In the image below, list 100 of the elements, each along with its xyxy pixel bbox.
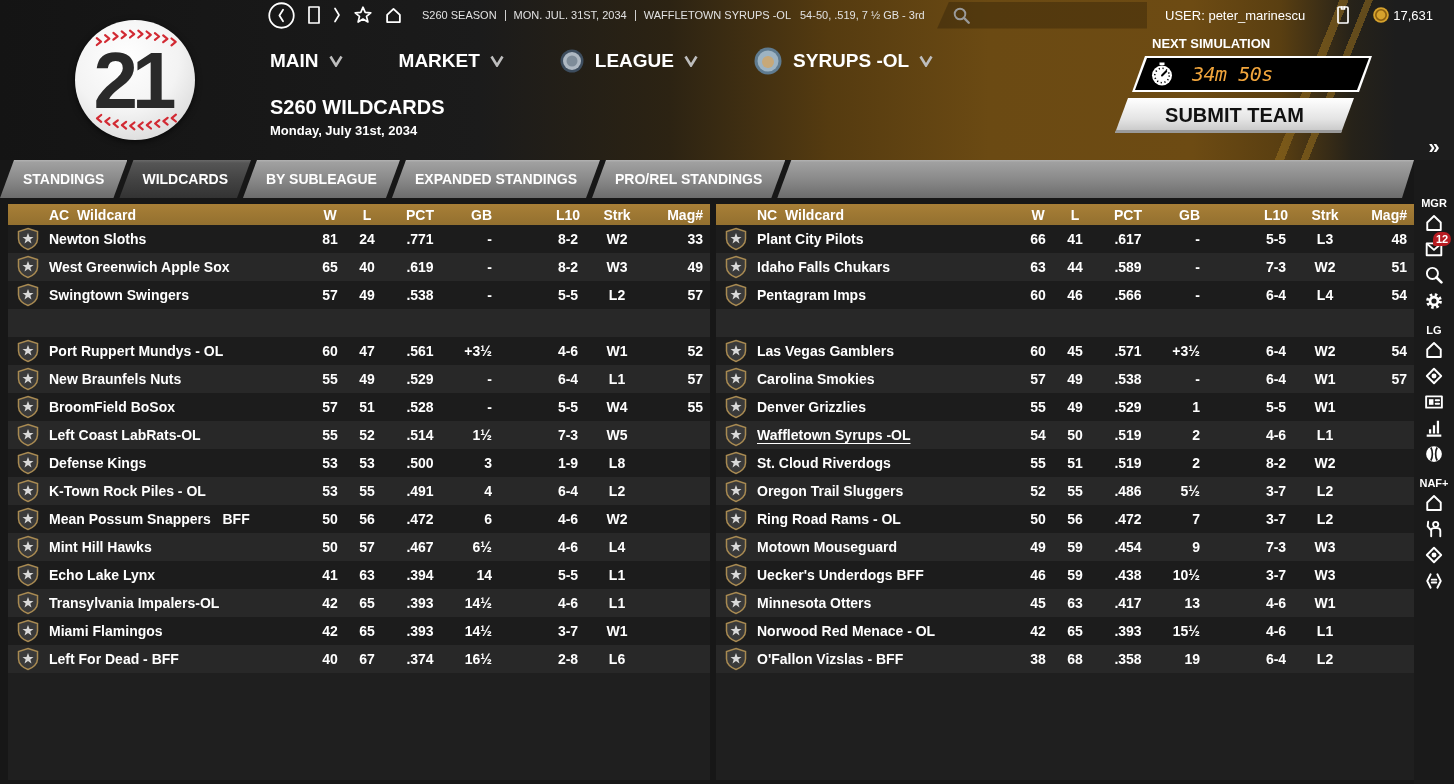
id-card-icon[interactable] xyxy=(1425,393,1443,411)
code-icon[interactable] xyxy=(1425,572,1443,590)
table-cell-text: - xyxy=(486,287,493,303)
column-header[interactable]: Mag# xyxy=(634,206,710,223)
table-cell-text: 6-4 xyxy=(1264,371,1288,387)
search-field[interactable] xyxy=(937,1,1148,29)
column-header[interactable]: L10 xyxy=(496,206,600,223)
tab[interactable]: WILDCARDS xyxy=(119,160,251,198)
column-header[interactable]: W xyxy=(310,206,350,223)
column-header[interactable]: Mag# xyxy=(1342,206,1414,223)
column-header[interactable]: W xyxy=(1018,206,1058,223)
column-header[interactable]: Strk xyxy=(600,206,634,223)
table-cell-text: 4-6 xyxy=(556,511,580,527)
person-waving-icon[interactable] xyxy=(1425,520,1443,538)
team-link[interactable]: Mint Hill Hawks xyxy=(49,539,152,555)
column-header[interactable]: L xyxy=(1058,206,1092,223)
team-link[interactable]: St. Cloud Riverdogs xyxy=(757,455,891,471)
column-header[interactable]: PCT xyxy=(1092,206,1164,223)
menu-dropdown[interactable]: MAIN xyxy=(270,50,343,72)
team-label: WAFFLETOWN SYRUPS -OL xyxy=(643,9,791,21)
team-link[interactable]: West Greenwich Apple Sox xyxy=(49,259,230,275)
column-header[interactable]: L10 xyxy=(1204,206,1308,223)
team-link[interactable]: Transylvania Impalers-OL xyxy=(49,595,220,611)
team-link[interactable]: Plant City Pilots xyxy=(757,231,864,247)
table-cell-text: .538 xyxy=(405,287,435,303)
column-header[interactable]: PCT xyxy=(384,206,456,223)
table-cell-text: .394 xyxy=(405,567,435,583)
team-link[interactable]: Ring Road Rams - OL xyxy=(757,511,901,527)
table-cell-text: 52 xyxy=(686,343,704,359)
diamond-icon[interactable] xyxy=(1425,546,1443,564)
star-icon[interactable] xyxy=(354,6,372,24)
team-link[interactable]: Norwood Red Menace - OL xyxy=(757,623,936,639)
table-cell-text: 9 xyxy=(1191,539,1201,555)
team-link[interactable]: O'Fallon Vizslas - BFF xyxy=(757,651,904,667)
menu-dropdown[interactable]: SYRUPS -OL xyxy=(754,47,934,75)
home-icon[interactable] xyxy=(1425,494,1443,512)
team-link[interactable]: K-Town Rock Piles - OL xyxy=(49,483,206,499)
team-link[interactable]: Oregon Trail Sluggers xyxy=(757,483,904,499)
search-icon[interactable] xyxy=(1425,266,1443,284)
table-cell-text: 55 xyxy=(1029,399,1047,415)
tab[interactable]: BY SUBLEAGUE xyxy=(242,160,400,198)
team-link[interactable]: Motown Mouseguard xyxy=(757,539,897,555)
tablet-icon[interactable] xyxy=(308,6,320,24)
baseball-icon[interactable] xyxy=(1425,445,1443,463)
team-link[interactable]: New Braunfels Nuts xyxy=(49,371,182,387)
team-link[interactable]: Echo Lake Lynx xyxy=(49,567,156,583)
phone-icon[interactable] xyxy=(1337,6,1350,24)
forward-icon[interactable] xyxy=(333,7,341,23)
table-cell-text: L6 xyxy=(607,651,627,667)
menu-dropdown[interactable]: MARKET xyxy=(398,50,504,72)
expand-button[interactable]: » xyxy=(1426,135,1442,158)
team-link[interactable]: Newton Sloths xyxy=(49,231,147,247)
team-link[interactable]: Miami Flamingos xyxy=(49,623,163,639)
column-header[interactable]: GB xyxy=(456,206,496,223)
table-cell-text: 50 xyxy=(1066,427,1084,443)
table-cell-text: 50 xyxy=(1029,511,1047,527)
team-link[interactable]: Defense Kings xyxy=(49,455,147,471)
table-cell-text: 52 xyxy=(358,427,376,443)
table-cell-text: 6 xyxy=(483,511,493,527)
team-link[interactable]: BroomField BoSox xyxy=(49,399,175,415)
submit-button[interactable]: SUBMIT TEAM xyxy=(1115,98,1354,133)
team-link[interactable]: Port Ruppert Mundys - OL xyxy=(49,343,224,359)
menu-dropdown[interactable]: LEAGUE xyxy=(559,49,699,73)
back-icon[interactable] xyxy=(268,1,295,29)
settings-icon[interactable] xyxy=(1425,292,1443,310)
home-icon[interactable] xyxy=(385,6,402,24)
team-link[interactable]: Carolina Smokies xyxy=(757,371,875,387)
team-link[interactable]: Las Vegas Gamblers xyxy=(757,343,894,359)
team-link[interactable]: Denver Grizzlies xyxy=(757,399,866,415)
home-icon[interactable] xyxy=(1425,214,1443,232)
bar-chart-icon[interactable] xyxy=(1425,419,1443,437)
section-label: NAF+ xyxy=(1419,476,1449,490)
table-cell-text: - xyxy=(486,259,493,275)
diamond-icon[interactable] xyxy=(1425,367,1443,385)
team-link[interactable]: Idaho Falls Chukars xyxy=(757,259,891,275)
team-link[interactable]: Minnesota Otters xyxy=(757,595,872,611)
team-link[interactable]: Waffletown Syrups -OL xyxy=(757,427,911,443)
tab[interactable]: PRO/REL STANDINGS xyxy=(592,160,786,198)
table-cell-text: 49 xyxy=(1066,399,1084,415)
team-link[interactable]: Left For Dead - BFF xyxy=(49,651,179,667)
team-link[interactable]: Swingtown Swingers xyxy=(49,287,189,303)
table-cell-text: .393 xyxy=(1113,623,1143,639)
table-cell-text: W3 xyxy=(1313,539,1337,555)
table-cell-text: 63 xyxy=(1066,595,1084,611)
column-header[interactable]: GB xyxy=(1164,206,1204,223)
team-link[interactable]: Uecker's Underdogs BFF xyxy=(757,567,924,583)
shield-icon xyxy=(16,563,40,587)
column-header[interactable]: Strk xyxy=(1308,206,1342,223)
table-cell-text: 48 xyxy=(1390,231,1408,247)
table-cell-text: 7-3 xyxy=(1264,539,1288,555)
tab[interactable]: STANDINGS xyxy=(0,160,128,198)
column-header[interactable]: L xyxy=(350,206,384,223)
team-link[interactable]: Mean Possum Snappers BFF xyxy=(49,511,250,527)
team-link[interactable]: Left Coast LabRats-OL xyxy=(49,427,201,443)
search-icon xyxy=(953,6,971,24)
shield-icon xyxy=(16,339,40,363)
home-icon[interactable] xyxy=(1425,341,1443,359)
section-label: MGR xyxy=(1421,196,1447,210)
table-cell-text: 24 xyxy=(358,231,376,247)
team-link[interactable]: Pentagram Imps xyxy=(757,287,866,303)
